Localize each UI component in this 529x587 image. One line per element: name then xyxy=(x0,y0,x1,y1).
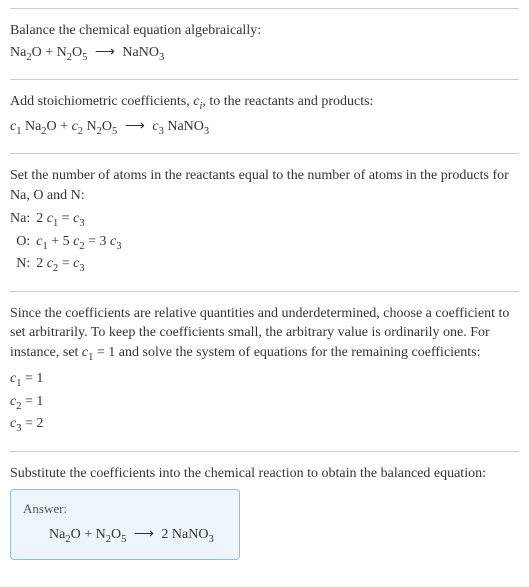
atom-equation: 2 c1 = c3 xyxy=(36,209,125,231)
coeff-equation: c1 Na2O + c2 N2O5 ⟶ c3 NaNO3 xyxy=(10,117,519,139)
section-solve: Since the coefficients are relative quan… xyxy=(10,291,519,451)
unbalanced-equation: Na2O + N2O5 ⟶ NaNO3 xyxy=(10,43,519,65)
table-row: O: c1 + 5 c2 = 3 c3 xyxy=(10,232,125,254)
balance-heading: Balance the chemical equation algebraica… xyxy=(10,21,519,41)
solution-list: c1 = 1 c2 = 1 c3 = 2 xyxy=(10,369,519,436)
atom-balance-heading: Set the number of atoms in the reactants… xyxy=(10,166,519,205)
table-row: N: 2 c2 = c3 xyxy=(10,254,125,276)
atom-label: Na: xyxy=(10,209,36,231)
atom-label: N: xyxy=(10,254,36,276)
section-atom-balance: Set the number of atoms in the reactants… xyxy=(10,153,519,291)
substitute-heading: Substitute the coefficients into the che… xyxy=(10,464,519,484)
section-balance-prompt: Balance the chemical equation algebraica… xyxy=(10,8,519,79)
answer-box: Answer: Na2O + N2O5 ⟶ 2 NaNO3 xyxy=(10,489,240,560)
balanced-equation: Na2O + N2O5 ⟶ 2 NaNO3 xyxy=(23,525,227,547)
coeff-line: c2 = 1 xyxy=(10,392,519,414)
answer-label: Answer: xyxy=(23,500,227,518)
add-coeff-heading: Add stoichiometric coefficients, ci, to … xyxy=(10,92,519,114)
section-add-coefficients: Add stoichiometric coefficients, ci, to … xyxy=(10,79,519,153)
section-substitute: Substitute the coefficients into the che… xyxy=(10,451,519,574)
coeff-line: c3 = 2 xyxy=(10,414,519,436)
atom-equation: c1 + 5 c2 = 3 c3 xyxy=(36,232,125,254)
coeff-line: c1 = 1 xyxy=(10,369,519,391)
atom-balance-table: Na: 2 c1 = c3 O: c1 + 5 c2 = 3 c3 N: 2 c… xyxy=(10,209,125,276)
atom-equation: 2 c2 = c3 xyxy=(36,254,125,276)
solve-heading: Since the coefficients are relative quan… xyxy=(10,304,519,366)
table-row: Na: 2 c1 = c3 xyxy=(10,209,125,231)
atom-label: O: xyxy=(10,232,36,254)
